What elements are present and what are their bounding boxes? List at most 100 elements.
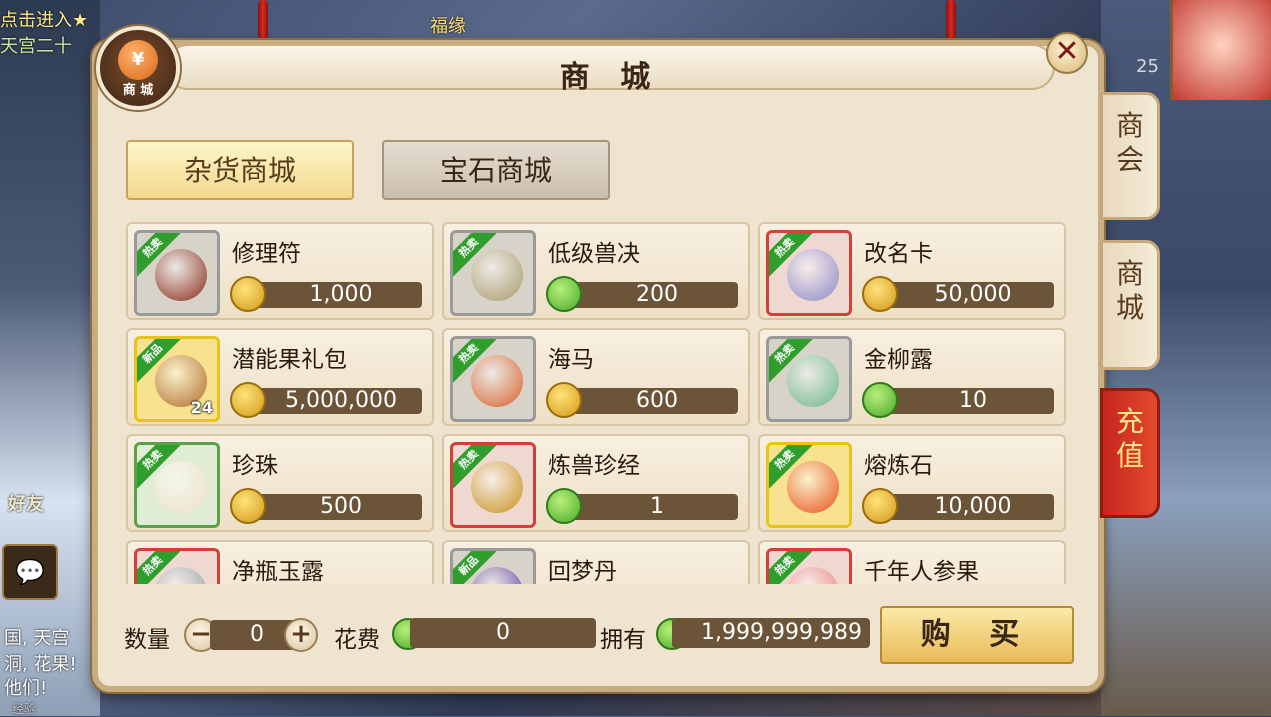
- gold-coin-icon: [546, 382, 582, 418]
- tab-mall[interactable]: 商城: [1100, 240, 1160, 370]
- shop-item-card[interactable]: 热卖 千年人参果: [758, 540, 1066, 584]
- item-price: 50,000: [876, 282, 1054, 308]
- cost-label: 花费: [334, 627, 380, 653]
- chat-line-1: 国, 天宫: [4, 628, 70, 649]
- item-icon-frame[interactable]: 新品: [450, 548, 536, 584]
- shop-item-card[interactable]: 热卖 海马 600: [442, 328, 750, 426]
- item-icon-frame[interactable]: 热卖: [134, 442, 220, 528]
- item-name: 修理符: [232, 241, 301, 267]
- item-icon: [155, 249, 207, 301]
- item-price: 10: [876, 388, 1054, 414]
- item-icon-frame[interactable]: 新品 24: [134, 336, 220, 422]
- money-bag-icon: ¥: [118, 40, 158, 80]
- exp-label: 经验: [12, 702, 37, 716]
- hanging-rope-left: [258, 0, 268, 40]
- player-level: 25: [1136, 56, 1159, 77]
- item-price: 5,000,000: [244, 388, 422, 414]
- shop-item-card[interactable]: 新品 24 潜能果礼包 5,000,000: [126, 328, 434, 426]
- item-icon: [471, 355, 523, 407]
- item-icon-frame[interactable]: 热卖: [766, 442, 852, 528]
- chat-line-3: 他们!: [4, 678, 48, 699]
- item-icon-frame[interactable]: 热卖: [766, 548, 852, 584]
- chat-line-2: 洞, 花果!: [4, 654, 77, 675]
- item-icon: [787, 461, 839, 513]
- friends-button[interactable]: 好友: [8, 490, 44, 516]
- item-icon: [787, 249, 839, 301]
- item-name: 珍珠: [232, 453, 278, 479]
- emblem-label: 商 城: [122, 83, 154, 98]
- tab-chamber[interactable]: 商会: [1100, 92, 1160, 220]
- item-price: 1: [560, 494, 738, 520]
- item-price: 1,000: [244, 282, 422, 308]
- owned-balance: 1,999,999,989: [672, 618, 870, 648]
- item-icon: [155, 567, 207, 584]
- item-name: 改名卡: [864, 241, 933, 267]
- item-price: 600: [560, 388, 738, 414]
- item-price: 10,000: [876, 494, 1054, 520]
- gold-coin-icon: [230, 276, 266, 312]
- item-icon-frame[interactable]: 热卖: [450, 442, 536, 528]
- shop-item-card[interactable]: 热卖 金柳露 10: [758, 328, 1066, 426]
- jade-coin-icon: [546, 488, 582, 524]
- gold-coin-icon: [230, 382, 266, 418]
- buy-button[interactable]: 购 买: [880, 606, 1074, 664]
- item-name: 海马: [548, 347, 594, 373]
- item-icon: [471, 249, 523, 301]
- bg-area-text: 天宫二十: [0, 36, 72, 57]
- item-grid-viewport[interactable]: 热卖 修理符 1,000 热卖 低级兽决 200 热卖 改名卡 50,000 新品 24 潜能果礼包 5…: [126, 222, 1072, 584]
- close-button[interactable]: ✕: [1046, 32, 1088, 74]
- bg-fortune-text: 福缘: [430, 16, 466, 37]
- item-grid: 热卖 修理符 1,000 热卖 低级兽决 200 热卖 改名卡 50,000 新品 24 潜能果礼包 5…: [126, 222, 1066, 584]
- item-icon-frame[interactable]: 热卖: [766, 230, 852, 316]
- own-label: 拥有: [600, 627, 646, 653]
- item-icon-frame[interactable]: 热卖: [450, 336, 536, 422]
- bg-event-text[interactable]: 点击进入★: [0, 6, 88, 32]
- item-icon: [787, 355, 839, 407]
- tab-recharge[interactable]: 充值: [1100, 388, 1160, 518]
- item-icon: [787, 567, 839, 584]
- jade-coin-icon: [546, 276, 582, 312]
- shop-item-card[interactable]: 热卖 珍珠 500: [126, 434, 434, 532]
- shop-item-card[interactable]: 热卖 炼兽珍经 1: [442, 434, 750, 532]
- item-name: 净瓶玉露: [232, 559, 324, 584]
- item-price: 500: [244, 494, 422, 520]
- background-left-scene: [0, 0, 100, 716]
- increase-quantity-button[interactable]: +: [284, 618, 318, 652]
- item-name: 千年人参果: [864, 559, 979, 584]
- shop-item-card[interactable]: 新品 回梦丹: [442, 540, 750, 584]
- gold-coin-icon: [862, 276, 898, 312]
- shop-item-card[interactable]: 热卖 修理符 1,000: [126, 222, 434, 320]
- cost-value: 0: [410, 618, 596, 648]
- item-icon-frame[interactable]: 热卖: [134, 548, 220, 584]
- chat-icon[interactable]: 💬: [2, 544, 58, 600]
- player-avatar[interactable]: [1170, 0, 1271, 100]
- gold-coin-icon: [862, 488, 898, 524]
- shop-emblem: ¥ 商 城: [96, 26, 180, 110]
- hanging-rope-right: [946, 0, 956, 40]
- item-icon-frame[interactable]: 热卖: [134, 230, 220, 316]
- item-icon-frame[interactable]: 热卖: [766, 336, 852, 422]
- item-icon: [155, 461, 207, 513]
- quantity-label: 数量: [124, 627, 170, 653]
- item-stack-count: 24: [190, 398, 213, 417]
- item-name: 熔炼石: [864, 453, 933, 479]
- shop-item-card[interactable]: 热卖 低级兽决 200: [442, 222, 750, 320]
- item-name: 炼兽珍经: [548, 453, 640, 479]
- item-name: 潜能果礼包: [232, 347, 347, 373]
- title-bar: 商 城: [165, 44, 1055, 95]
- shop-item-card[interactable]: 热卖 改名卡 50,000: [758, 222, 1066, 320]
- category-tab-gem[interactable]: 宝石商城: [382, 140, 610, 200]
- shop-title: 商 城: [559, 60, 661, 95]
- item-name: 回梦丹: [548, 559, 617, 584]
- item-icon: [471, 461, 523, 513]
- category-tab-general[interactable]: 杂货商城: [126, 140, 354, 200]
- item-price: 200: [560, 282, 738, 308]
- item-icon-frame[interactable]: 热卖: [450, 230, 536, 316]
- shop-item-card[interactable]: 热卖 熔炼石 10,000: [758, 434, 1066, 532]
- item-name: 低级兽决: [548, 241, 640, 267]
- item-icon: [471, 567, 523, 584]
- gold-coin-icon: [230, 488, 266, 524]
- shop-item-card[interactable]: 热卖 净瓶玉露: [126, 540, 434, 584]
- jade-coin-icon: [862, 382, 898, 418]
- item-name: 金柳露: [864, 347, 933, 373]
